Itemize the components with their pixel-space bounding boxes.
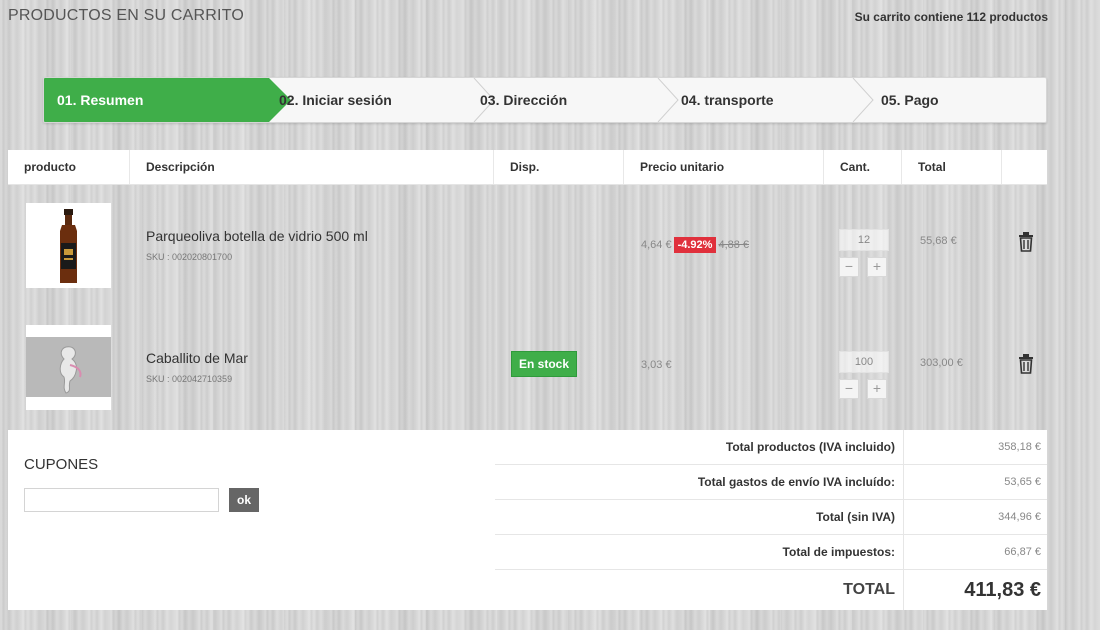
header-total: Total xyxy=(902,150,1002,184)
total-row: Total de impuestos: 66,87 € xyxy=(495,535,1047,570)
step-separator-icon xyxy=(656,78,680,122)
total-row: Total (sin IVA) 344,96 € xyxy=(495,500,1047,535)
trash-icon[interactable] xyxy=(1018,354,1034,374)
minus-icon[interactable]: − xyxy=(839,379,859,399)
total-value: 344,96 € xyxy=(998,511,1041,523)
coupons-panel: CUPONES ok xyxy=(8,430,495,610)
total-value: 66,87 € xyxy=(1004,546,1041,558)
line-total: 55,68 € xyxy=(920,235,957,247)
quantity-input[interactable]: 100 xyxy=(839,351,889,373)
step-iniciar-sesion[interactable]: 02. Iniciar sesión xyxy=(279,78,392,122)
coupon-input[interactable] xyxy=(24,488,219,512)
header-actions xyxy=(1002,150,1047,184)
header-disp: Disp. xyxy=(494,150,624,184)
line-total: 303,00 € xyxy=(920,357,963,369)
total-value: 358,18 € xyxy=(998,441,1041,453)
total-row: Total gastos de envío IVA incluído: 53,6… xyxy=(495,465,1047,500)
totals-panel: Total productos (IVA incluido) 358,18 € … xyxy=(495,430,1047,610)
plus-icon[interactable]: + xyxy=(867,379,887,399)
unit-price: 4,64 € -4.92% 4,88 € xyxy=(641,237,749,253)
header-precio: Precio unitario xyxy=(624,150,824,184)
product-name[interactable]: Parqueoliva botella de vidrio 500 ml xyxy=(146,228,368,244)
table-row: Caballito de Mar SKU : 002042710359 En s… xyxy=(8,307,1047,429)
discount-badge: -4.92% xyxy=(673,237,717,253)
step-resumen[interactable]: 01. Resumen xyxy=(44,78,291,122)
table-header: producto Descripción Disp. Precio unitar… xyxy=(8,150,1047,185)
product-sku: SKU : 002020801700 xyxy=(146,252,233,262)
product-image[interactable] xyxy=(26,203,111,288)
step-transporte[interactable]: 04. transporte xyxy=(681,78,774,122)
trash-icon[interactable] xyxy=(1018,232,1034,252)
table-row: Parqueoliva botella de vidrio 500 ml SKU… xyxy=(8,185,1047,307)
stock-badge: En stock xyxy=(511,351,577,377)
header-descripcion: Descripción xyxy=(130,150,494,184)
current-price: 4,64 € xyxy=(641,239,672,251)
total-label: Total de impuestos: xyxy=(495,535,904,569)
coupons-title: CUPONES xyxy=(24,456,99,473)
cart-count: Su carrito contiene 112 productos xyxy=(854,10,1048,24)
checkout-steps: 01. Resumen 02. Iniciar sesión 03. Direc… xyxy=(43,77,1047,123)
total-label: Total productos (IVA incluido) xyxy=(495,430,904,464)
current-price: 3,03 € xyxy=(641,359,672,371)
grand-total-label: TOTAL xyxy=(495,570,904,610)
total-row: Total productos (IVA incluido) 358,18 € xyxy=(495,430,1047,465)
product-name[interactable]: Caballito de Mar xyxy=(146,350,248,366)
step-pago[interactable]: 05. Pago xyxy=(881,78,939,122)
minus-icon[interactable]: − xyxy=(839,257,859,277)
step-separator-icon xyxy=(851,78,875,122)
product-image[interactable] xyxy=(26,325,111,410)
grand-total-row: TOTAL 411,83 € xyxy=(495,570,1047,610)
header-cant: Cant. xyxy=(824,150,902,184)
plus-icon[interactable]: + xyxy=(867,257,887,277)
quantity-input[interactable]: 12 xyxy=(839,229,889,251)
old-price: 4,88 € xyxy=(718,239,750,251)
step-direccion[interactable]: 03. Dirección xyxy=(480,78,567,122)
header-producto: producto xyxy=(8,150,130,184)
total-label: Total gastos de envío IVA incluído: xyxy=(495,465,904,499)
unit-price: 3,03 € xyxy=(641,359,672,371)
coupon-ok-button[interactable]: ok xyxy=(229,488,259,512)
page-title: PRODUCTOS EN SU CARRITO xyxy=(8,7,245,24)
grand-total-value: 411,83 € xyxy=(964,579,1041,601)
product-sku: SKU : 002042710359 xyxy=(146,374,233,384)
cart-table: producto Descripción Disp. Precio unitar… xyxy=(8,150,1047,429)
total-label: Total (sin IVA) xyxy=(495,500,904,534)
total-value: 53,65 € xyxy=(1004,476,1041,488)
